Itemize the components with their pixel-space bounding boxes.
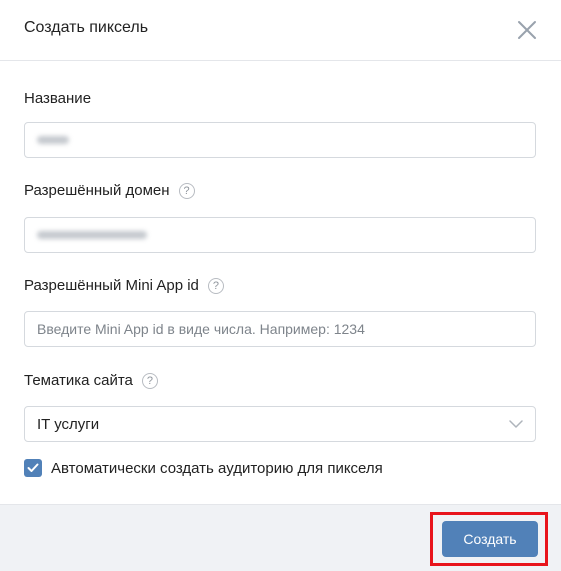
topic-label-text: Тематика сайта xyxy=(24,372,133,389)
topic-select[interactable]: IT услуги xyxy=(24,406,536,442)
auto-audience-row[interactable]: Автоматически создать аудиторию для пикс… xyxy=(24,459,383,477)
checkmark-icon xyxy=(27,463,39,472)
mini-app-label: Разрешённый Mini App id ? xyxy=(24,277,224,294)
create-pixel-modal: Создать пиксель Название Разрешённый дом… xyxy=(0,0,561,571)
auto-audience-label: Автоматически создать аудиторию для пикс… xyxy=(51,459,383,477)
topic-select-value: IT услуги xyxy=(37,416,100,433)
domain-help-icon[interactable]: ? xyxy=(178,182,195,199)
domain-input[interactable] xyxy=(24,217,536,253)
auto-audience-checkbox[interactable] xyxy=(24,459,42,477)
mini-app-help-icon[interactable]: ? xyxy=(207,277,224,294)
chevron-down-icon xyxy=(509,420,523,428)
name-input[interactable] xyxy=(24,122,536,158)
mini-app-label-text: Разрешённый Mini App id xyxy=(24,277,199,294)
topic-label: Тематика сайта ? xyxy=(24,372,158,389)
close-icon xyxy=(518,21,536,39)
topic-help-icon[interactable]: ? xyxy=(141,372,158,389)
name-label-text: Название xyxy=(24,90,92,107)
create-button[interactable]: Создать xyxy=(442,521,538,557)
blurred-domain-value xyxy=(37,231,147,239)
modal-title: Создать пиксель xyxy=(24,19,149,36)
modal-header: Создать пиксель xyxy=(0,0,561,61)
mini-app-id-input[interactable] xyxy=(24,311,536,347)
name-label: Название xyxy=(24,90,91,107)
domain-label-text: Разрешённый домен xyxy=(24,182,170,199)
domain-label: Разрешённый домен ? xyxy=(24,182,195,199)
blurred-name-value xyxy=(37,136,69,144)
close-button[interactable] xyxy=(513,16,541,44)
